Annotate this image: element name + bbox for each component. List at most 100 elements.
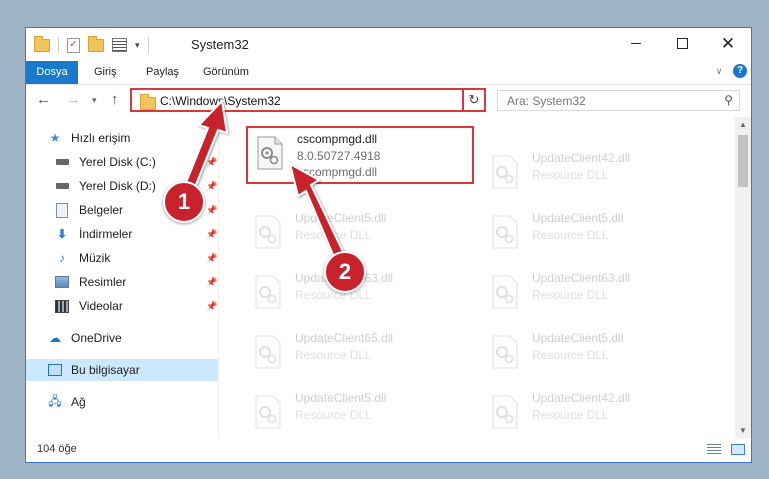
step-badge-2: 2 xyxy=(324,251,366,293)
search-input[interactable]: Ara: System32 ⚲ xyxy=(497,90,740,111)
properties-icon[interactable] xyxy=(112,38,127,52)
sidebar-item-local-disk-c[interactable]: Yerel Disk (C:) 📌 xyxy=(26,151,218,173)
search-icon[interactable]: ⚲ xyxy=(724,93,733,107)
file-item[interactable]: UpdateClient42.dll Resource DLL xyxy=(483,387,703,437)
file-type: Resource DLL xyxy=(295,408,372,422)
file-name: UpdateClient5.dll xyxy=(295,211,387,225)
documents-icon xyxy=(55,202,69,218)
forward-arrow-icon[interactable]: → xyxy=(66,91,81,108)
back-arrow-icon[interactable]: ← xyxy=(36,91,51,108)
dll-file-icon xyxy=(255,215,281,249)
large-icons-view-icon[interactable] xyxy=(731,444,745,455)
minimize-button[interactable] xyxy=(613,28,659,58)
pin-icon: 📌 xyxy=(206,156,218,167)
refresh-button[interactable]: ↻ xyxy=(462,88,486,112)
address-bar[interactable]: C:\Windows\System32 ∨ xyxy=(130,88,484,112)
sidebar-item-onedrive[interactable]: ☁ OneDrive xyxy=(26,327,218,349)
file-type: Resource DLL xyxy=(532,348,609,362)
pin-icon: 📌 xyxy=(206,204,218,215)
drive-icon xyxy=(55,155,69,169)
help-icon[interactable]: ? xyxy=(733,64,747,78)
file-item[interactable]: UpdateClient5.dll Resource DLL xyxy=(483,207,703,259)
dll-file-icon xyxy=(492,395,518,429)
navigation-bar: ← → ▾ ↑ C:\Windows\System32 ∨ ↻ Ara: Sys… xyxy=(26,85,751,117)
tab-dosya[interactable]: Dosya xyxy=(26,61,78,84)
scroll-down-icon[interactable]: ▼ xyxy=(735,423,751,439)
new-folder-icon[interactable] xyxy=(88,35,104,52)
navigation-pane: ★ Hızlı erişim Yerel Disk (C:) 📌 Yerel D… xyxy=(26,117,219,437)
file-name: UpdateClient42.dll xyxy=(532,391,631,405)
sidebar-item-label: Yerel Disk (D:) xyxy=(79,179,156,193)
sidebar-item-pictures[interactable]: Resimler 📌 xyxy=(26,271,218,293)
tab-giris[interactable]: Giriş xyxy=(94,61,117,84)
file-item[interactable]: UpdateClient5.dll Resource DLL xyxy=(246,207,466,259)
network-icon: 🖧 xyxy=(48,393,62,408)
close-button[interactable]: ✕ xyxy=(705,28,751,58)
sidebar-item-music[interactable]: ♪ Müzik 📌 xyxy=(26,247,218,269)
sidebar-item-network[interactable]: 🖧 Ağ xyxy=(26,391,218,413)
file-item[interactable]: UpdateClient5.dll Resource DLL xyxy=(246,387,466,437)
refresh-icon: ↻ xyxy=(468,92,480,107)
file-type: Resource DLL xyxy=(295,228,372,242)
tab-paylas[interactable]: Paylaş xyxy=(146,61,179,84)
search-placeholder: Ara: System32 xyxy=(507,94,586,108)
file-name: UpdateClient63.dll xyxy=(532,271,631,285)
drive-icon xyxy=(55,179,69,193)
file-item[interactable]: UpdateClient5.dll Resource DLL xyxy=(483,327,703,379)
properties-check-icon[interactable]: ✓ xyxy=(67,37,80,53)
recent-locations-chevron-icon[interactable]: ▾ xyxy=(92,95,97,106)
item-count: 104 öğe xyxy=(37,443,77,455)
pin-icon: 📌 xyxy=(206,276,218,287)
file-item[interactable]: UpdateClient42.dll Resource DLL xyxy=(483,147,703,199)
file-item[interactable]: UpdateClient63.dll Resource DLL xyxy=(483,267,703,319)
file-name: cscompmgd.dll xyxy=(297,132,378,146)
file-name: UpdateClient42.dll xyxy=(532,151,631,165)
toolbar-divider xyxy=(147,37,149,53)
dll-file-icon xyxy=(492,335,518,369)
file-name: UpdateClient5.dll xyxy=(295,391,387,405)
details-view-icon[interactable] xyxy=(707,444,721,455)
sidebar-item-this-pc[interactable]: Bu bilgisayar xyxy=(26,359,218,381)
sidebar-item-downloads[interactable]: ⬇ İndirmeler 📌 xyxy=(26,223,218,245)
pin-icon: 📌 xyxy=(206,180,218,191)
folder-icon xyxy=(34,35,50,52)
sidebar-item-label: Hızlı erişim xyxy=(71,131,131,145)
videos-icon xyxy=(55,299,69,313)
quick-access-toolbar: ✓ ▾ xyxy=(34,35,149,53)
pin-icon: 📌 xyxy=(206,300,218,311)
sidebar-item-videos[interactable]: Videolar 📌 xyxy=(26,295,218,317)
onedrive-icon: ☁ xyxy=(49,331,61,345)
this-pc-icon xyxy=(48,363,62,377)
file-description: cscompmgd.dll xyxy=(297,165,378,179)
customize-qat-icon[interactable]: ▾ xyxy=(135,40,140,51)
caption-buttons: ✕ xyxy=(613,28,751,58)
dll-file-icon xyxy=(492,275,518,309)
file-type: Resource DLL xyxy=(532,228,609,242)
file-name: UpdateClient65.dll xyxy=(295,331,394,345)
status-bar: 104 öğe xyxy=(26,438,751,462)
address-path[interactable]: C:\Windows\System32 xyxy=(160,94,281,108)
downloads-icon: ⬇ xyxy=(56,227,68,241)
file-item[interactable]: UpdateClient65.dll Resource DLL xyxy=(246,327,466,379)
maximize-button[interactable] xyxy=(659,28,705,58)
file-name: UpdateClient5.dll xyxy=(532,331,624,345)
vertical-scrollbar[interactable]: ▲ ▼ xyxy=(735,117,751,439)
dll-file-icon xyxy=(257,136,283,170)
scroll-up-icon[interactable]: ▲ xyxy=(735,117,751,133)
scrollbar-thumb[interactable] xyxy=(738,135,748,187)
close-icon: ✕ xyxy=(720,33,736,53)
file-type: Resource DLL xyxy=(532,168,609,182)
tab-gorunum[interactable]: Görünüm xyxy=(203,61,249,84)
sidebar-item-label: Bu bilgisayar xyxy=(71,363,140,377)
file-list: cscompmgd.dll 8.0.50727.4918 cscompmgd.d… xyxy=(219,117,737,437)
up-arrow-icon[interactable]: ↑ xyxy=(111,91,119,108)
expand-ribbon-icon[interactable]: ∨ xyxy=(713,65,725,77)
file-type: Resource DLL xyxy=(532,408,609,422)
sidebar-item-quick-access[interactable]: ★ Hızlı erişim xyxy=(26,127,218,149)
step-badge-1: 1 xyxy=(163,181,205,223)
file-type: Resource DLL xyxy=(295,348,372,362)
file-item-cscompmgd[interactable]: cscompmgd.dll 8.0.50727.4918 cscompmgd.d… xyxy=(246,126,474,184)
ribbon: Dosya Giriş Paylaş Görünüm ∨ ? xyxy=(26,61,751,85)
dll-file-icon xyxy=(492,155,518,189)
title-bar: ✓ ▾ System32 ✕ xyxy=(26,28,751,61)
